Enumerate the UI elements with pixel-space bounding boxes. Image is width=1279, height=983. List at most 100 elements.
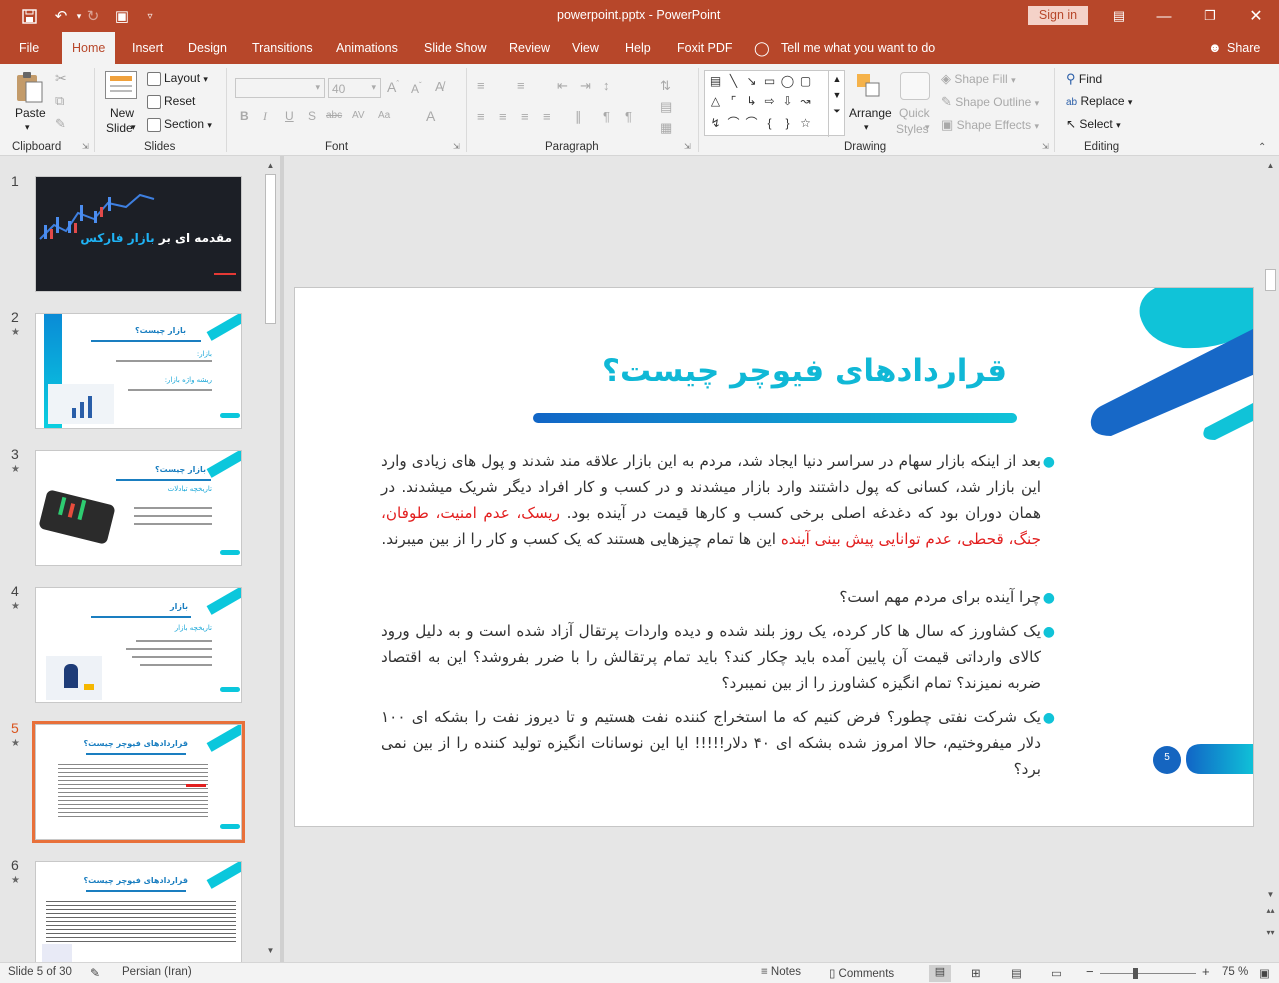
- tab-design[interactable]: Design: [188, 32, 227, 64]
- quick-styles-label-1[interactable]: Quick: [899, 106, 930, 120]
- scroll-up-icon[interactable]: ▲: [263, 161, 278, 170]
- slide-bullet-2[interactable]: ● چرا آینده برای مردم مهم است؟: [381, 584, 1055, 610]
- gallery-down-icon[interactable]: ▼: [829, 90, 845, 100]
- new-slide-icon[interactable]: [105, 71, 137, 99]
- down-arrow-shape-icon[interactable]: ⇩: [780, 94, 795, 108]
- quick-styles-label-2[interactable]: Styles: [896, 122, 929, 136]
- language-indicator[interactable]: Persian (Iran): [122, 966, 192, 978]
- tab-file[interactable]: File: [19, 32, 39, 64]
- rectangle-shape-icon[interactable]: ▭: [762, 74, 777, 88]
- right-brace-shape-icon[interactable]: }: [780, 116, 795, 130]
- clear-formatting-icon[interactable]: A̸: [435, 79, 444, 94]
- share-button[interactable]: Share: [1227, 32, 1260, 64]
- clipboard-launcher-icon[interactable]: ⇲: [82, 142, 89, 151]
- arrange-button[interactable]: Arrange: [849, 106, 892, 120]
- slide-thumbnail-4[interactable]: بازار تاریخچه بازار: [35, 587, 242, 703]
- select-button[interactable]: ↖ Select ▾: [1066, 117, 1121, 131]
- new-slide-dropdown-icon[interactable]: ▾: [131, 122, 136, 133]
- strikethrough-icon[interactable]: abc: [326, 110, 342, 121]
- tab-review[interactable]: Review: [509, 32, 550, 64]
- shape-effects-button[interactable]: ▣ Shape Effects ▾: [941, 117, 1039, 133]
- rounded-rectangle-shape-icon[interactable]: ▢: [798, 74, 813, 88]
- underline-icon[interactable]: U: [285, 109, 294, 123]
- columns-icon[interactable]: ∥: [575, 109, 582, 125]
- tab-view[interactable]: View: [572, 32, 599, 64]
- slide-thumbnail-1[interactable]: مقدمه ای بر بازار فارکس: [35, 176, 242, 292]
- comments-button[interactable]: ▯ Comments: [829, 966, 894, 980]
- shapes-gallery[interactable]: ▤ ╲ ↘ ▭ ◯ ▢ △ ⌜ ↳ ⇨ ⇩ ↝ ↯ ⌒ ⌒ { } ☆ ▲ ▼ …: [704, 70, 845, 137]
- smartart-icon[interactable]: ▦: [660, 120, 672, 136]
- freeform-shape-icon[interactable]: ↝: [798, 94, 813, 108]
- customize-toolbar-icon[interactable]: ▿: [140, 6, 160, 26]
- editor-scroll-down-icon[interactable]: ▼: [1263, 890, 1278, 899]
- align-right-icon[interactable]: ≡: [521, 109, 529, 124]
- numbering-icon[interactable]: ≡: [517, 78, 525, 93]
- font-color-icon[interactable]: A: [426, 108, 435, 124]
- font-size-combobox[interactable]: 40 ▾: [328, 78, 381, 98]
- font-family-combobox[interactable]: ▾: [235, 78, 325, 98]
- shapes-gallery-scroll[interactable]: ▲ ▼ ⏷: [828, 71, 845, 137]
- drawing-launcher-icon[interactable]: ⇲: [1042, 142, 1049, 151]
- normal-view-button[interactable]: ▤: [929, 965, 951, 982]
- ribbon-display-options-icon[interactable]: ▤: [1109, 6, 1129, 26]
- next-slide-icon[interactable]: ▾▾: [1263, 928, 1278, 937]
- new-slide-label-1[interactable]: New: [110, 106, 134, 120]
- cut-icon[interactable]: ✂: [55, 70, 67, 87]
- slide-sorter-icon[interactable]: ⊞: [971, 966, 981, 980]
- oval-shape-icon[interactable]: ◯: [780, 74, 795, 88]
- minimize-icon[interactable]: —: [1154, 6, 1174, 26]
- decrease-font-size-icon[interactable]: Aˇ: [411, 81, 422, 96]
- justify-icon[interactable]: ≡: [543, 109, 551, 124]
- tab-home[interactable]: Home: [62, 32, 116, 64]
- decrease-indent-icon[interactable]: ⇤: [557, 78, 568, 94]
- arrow-line-shape-icon[interactable]: ↘: [744, 74, 759, 88]
- tab-transitions[interactable]: Transitions: [252, 32, 313, 64]
- find-button[interactable]: ⚲ Find: [1066, 71, 1102, 87]
- reading-view-icon[interactable]: ▤: [1011, 966, 1022, 980]
- restore-icon[interactable]: ❐: [1200, 6, 1220, 26]
- gallery-more-icon[interactable]: ⏷: [829, 106, 845, 117]
- zoom-slider-thumb[interactable]: [1132, 968, 1138, 979]
- slide-bullet-4[interactable]: ● یک شرکت نفتی چطور؟ فرض کنیم که ما استخ…: [381, 704, 1055, 782]
- italic-icon[interactable]: I: [263, 109, 267, 124]
- zoom-level[interactable]: 75 %: [1222, 966, 1248, 978]
- current-slide[interactable]: قراردادهای فیوچر چیست؟ ● بعد از اینکه با…: [294, 287, 1254, 827]
- slide-thumbnail-3[interactable]: بازار چیست؟ تاریخچه تبادلات: [35, 450, 242, 566]
- line-shape-icon[interactable]: ╲: [726, 74, 741, 88]
- scribble-shape-icon[interactable]: ↯: [708, 116, 723, 130]
- reset-button[interactable]: Reset: [147, 94, 195, 109]
- sign-in-button[interactable]: Sign in: [1028, 6, 1088, 25]
- curve-shape-icon[interactable]: ⌒: [744, 116, 759, 130]
- slide-thumbnail-2[interactable]: بازار چیست؟ بازار: ریشه واژه بازار:: [35, 313, 242, 429]
- tab-slide-show[interactable]: Slide Show: [424, 32, 487, 64]
- triangle-shape-icon[interactable]: △: [708, 94, 723, 108]
- right-arrow-shape-icon[interactable]: ⇨: [762, 94, 777, 108]
- rtl-icon[interactable]: ¶: [603, 109, 610, 124]
- copy-icon[interactable]: ⧉: [55, 93, 64, 109]
- slide-thumbnail-5[interactable]: قراردادهای فیوچر چیست؟: [35, 724, 242, 840]
- shape-outline-button[interactable]: ✎ Shape Outline ▾: [941, 94, 1039, 110]
- editor-scroll-thumb[interactable]: [1265, 269, 1276, 291]
- slide-thumbnail-6[interactable]: قراردادهای فیوچر چیست؟: [35, 861, 242, 962]
- ltr-icon[interactable]: ¶: [625, 109, 632, 124]
- tell-me-search[interactable]: Tell me what you want to do: [781, 32, 935, 64]
- spellcheck-icon[interactable]: ✎: [90, 966, 100, 980]
- start-from-beginning-icon[interactable]: ▣: [112, 6, 132, 26]
- align-left-icon[interactable]: ≡: [477, 109, 485, 124]
- star-shape-icon[interactable]: ☆: [798, 116, 813, 130]
- thumbnail-pane[interactable]: 1 مقدمه ای بر بازار فارکس 2 ★ بازار چیست…: [0, 156, 280, 962]
- zoom-slider[interactable]: [1100, 968, 1196, 979]
- tab-animations[interactable]: Animations: [336, 32, 398, 64]
- line-spacing-icon[interactable]: ↕: [603, 78, 610, 93]
- thumbnail-scrollbar[interactable]: ▲ ▼: [263, 159, 278, 961]
- zoom-out-icon[interactable]: −: [1086, 964, 1094, 979]
- change-case-icon[interactable]: Aa: [378, 110, 390, 121]
- close-icon[interactable]: ✕: [1246, 6, 1266, 26]
- layout-button[interactable]: Layout ▾: [147, 71, 208, 86]
- shape-fill-button[interactable]: ◈ Shape Fill ▾: [941, 71, 1016, 87]
- elbow-arrow-shape-icon[interactable]: ↳: [744, 94, 759, 108]
- arc-shape-icon[interactable]: ⌒: [726, 116, 741, 130]
- editor-scroll-up-icon[interactable]: ▲: [1263, 161, 1278, 170]
- replace-button[interactable]: ab Replace ▾: [1066, 94, 1132, 108]
- paste-button[interactable]: Paste: [15, 106, 46, 120]
